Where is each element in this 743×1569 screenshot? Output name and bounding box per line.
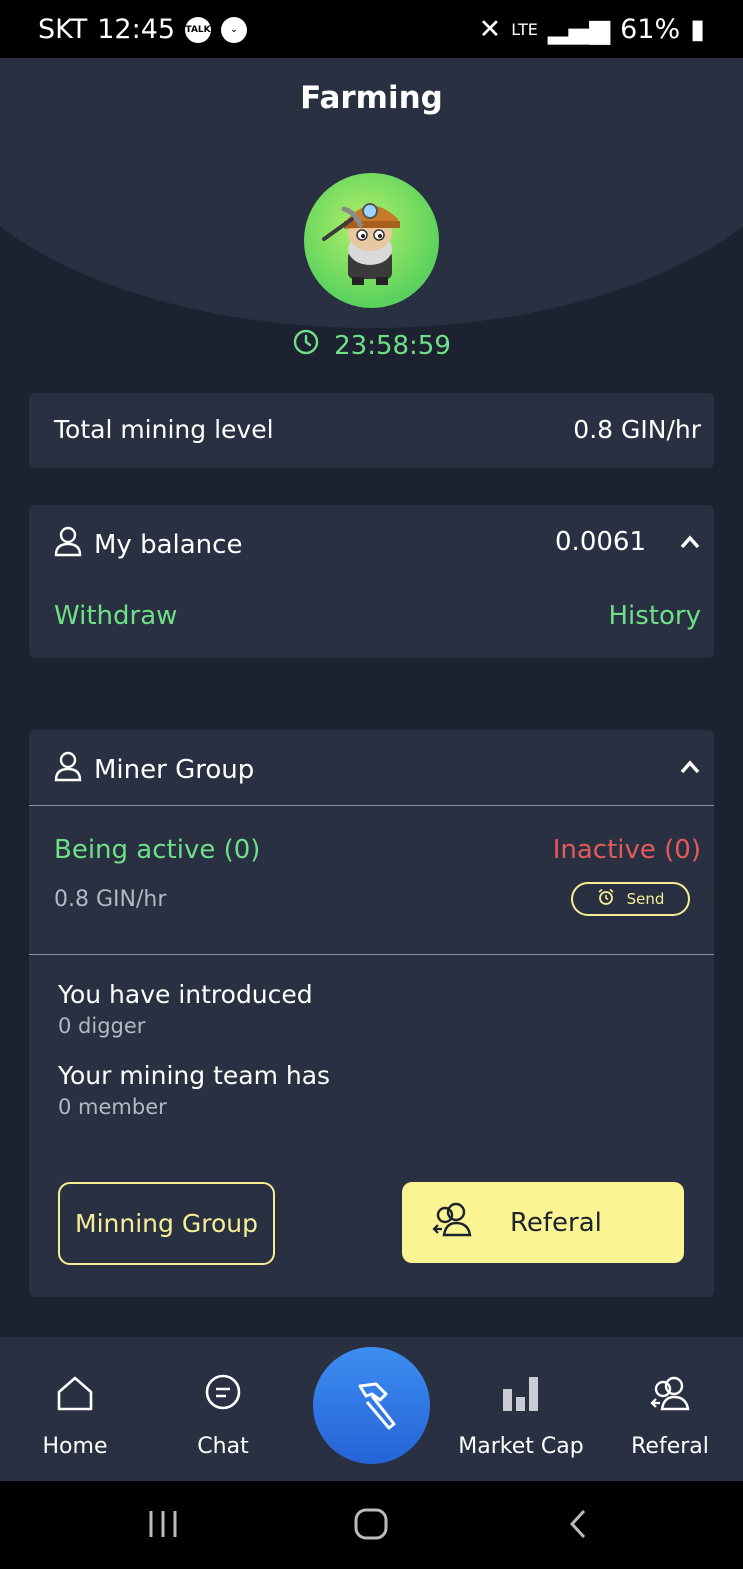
- home-system-icon[interactable]: [353, 1507, 389, 1545]
- send-reminder-button[interactable]: Send: [571, 882, 690, 916]
- recent-apps-icon[interactable]: [147, 1509, 179, 1543]
- timer-value: 23:58:59: [334, 330, 451, 361]
- referal-button[interactable]: Referal: [402, 1182, 684, 1263]
- app-header: Farming: [0, 58, 743, 134]
- send-label: Send: [626, 890, 665, 908]
- divider: [29, 805, 714, 806]
- back-icon[interactable]: [566, 1509, 590, 1543]
- active-count: Being active (0): [54, 835, 261, 865]
- mining-timer: 23:58:59: [0, 328, 743, 363]
- miner-group-header: Miner Group: [54, 750, 254, 789]
- chevron-up-icon[interactable]: [680, 535, 700, 549]
- withdraw-link[interactable]: Withdraw: [54, 601, 177, 631]
- hammer-icon: [342, 1374, 402, 1438]
- mining-level-label: Total mining level: [54, 415, 274, 444]
- balance-value: 0.0061: [555, 527, 646, 557]
- miner-group-card: Miner Group Being active (0) Inactive (0…: [29, 730, 714, 1297]
- system-nav-bar: [0, 1481, 743, 1569]
- download-icon: ⌄: [221, 16, 248, 43]
- mining-group-button[interactable]: Minning Group: [58, 1182, 275, 1265]
- inactive-count: Inactive (0): [552, 835, 701, 865]
- status-bar: SKT 12:45 TALK ⌄ ✕ LTE ▂▄▆ 61% ▮: [0, 0, 743, 58]
- miner-group-title: Miner Group: [94, 754, 255, 785]
- clock-icon: [292, 328, 320, 363]
- introduced-title: You have introduced: [58, 980, 313, 1009]
- talk-icon: TALK: [185, 16, 212, 43]
- nav-chat-label: Chat: [197, 1434, 249, 1459]
- balance-header: My balance: [54, 525, 242, 564]
- chat-icon: [203, 1374, 243, 1418]
- mining-level-card: Total mining level 0.8 GIN/hr: [29, 393, 714, 468]
- balance-card: My balance 0.0061 Withdraw History: [29, 505, 714, 658]
- team-title: Your mining team has: [58, 1061, 331, 1090]
- miner-avatar[interactable]: [304, 173, 439, 308]
- chevron-up-icon[interactable]: [680, 760, 700, 774]
- clock: 12:45: [97, 14, 176, 45]
- introduced-value: 0 digger: [58, 1014, 146, 1038]
- mine-button[interactable]: [313, 1347, 430, 1464]
- alarm-icon: [597, 888, 615, 910]
- referal-label: Referal: [510, 1207, 602, 1238]
- referral-icon: [430, 1199, 474, 1246]
- user-icon: [54, 750, 82, 789]
- team-value: 0 member: [58, 1095, 167, 1119]
- nav-market-cap-label: Market Cap: [458, 1434, 584, 1459]
- battery-icon: ▮: [690, 14, 705, 45]
- referral-icon: [648, 1373, 692, 1419]
- carrier-label: SKT: [38, 14, 88, 45]
- active-rate: 0.8 GIN/hr: [54, 887, 167, 912]
- signal-icon: ▂▄▆: [547, 14, 611, 45]
- network-label: LTE: [511, 20, 538, 39]
- bar-chart-icon: [501, 1373, 541, 1419]
- home-icon: [55, 1374, 95, 1418]
- page-title: Farming: [300, 80, 443, 116]
- balance-label: My balance: [94, 529, 243, 560]
- user-icon: [54, 525, 82, 564]
- mute-icon: ✕: [478, 14, 502, 45]
- divider: [29, 954, 714, 955]
- nav-referal-label: Referal: [631, 1434, 709, 1459]
- mining-level-value: 0.8 GIN/hr: [573, 415, 701, 444]
- nav-home-label: Home: [42, 1434, 108, 1459]
- mining-group-label: Minning Group: [75, 1209, 258, 1238]
- history-link[interactable]: History: [609, 601, 702, 631]
- battery-label: 61%: [620, 14, 681, 45]
